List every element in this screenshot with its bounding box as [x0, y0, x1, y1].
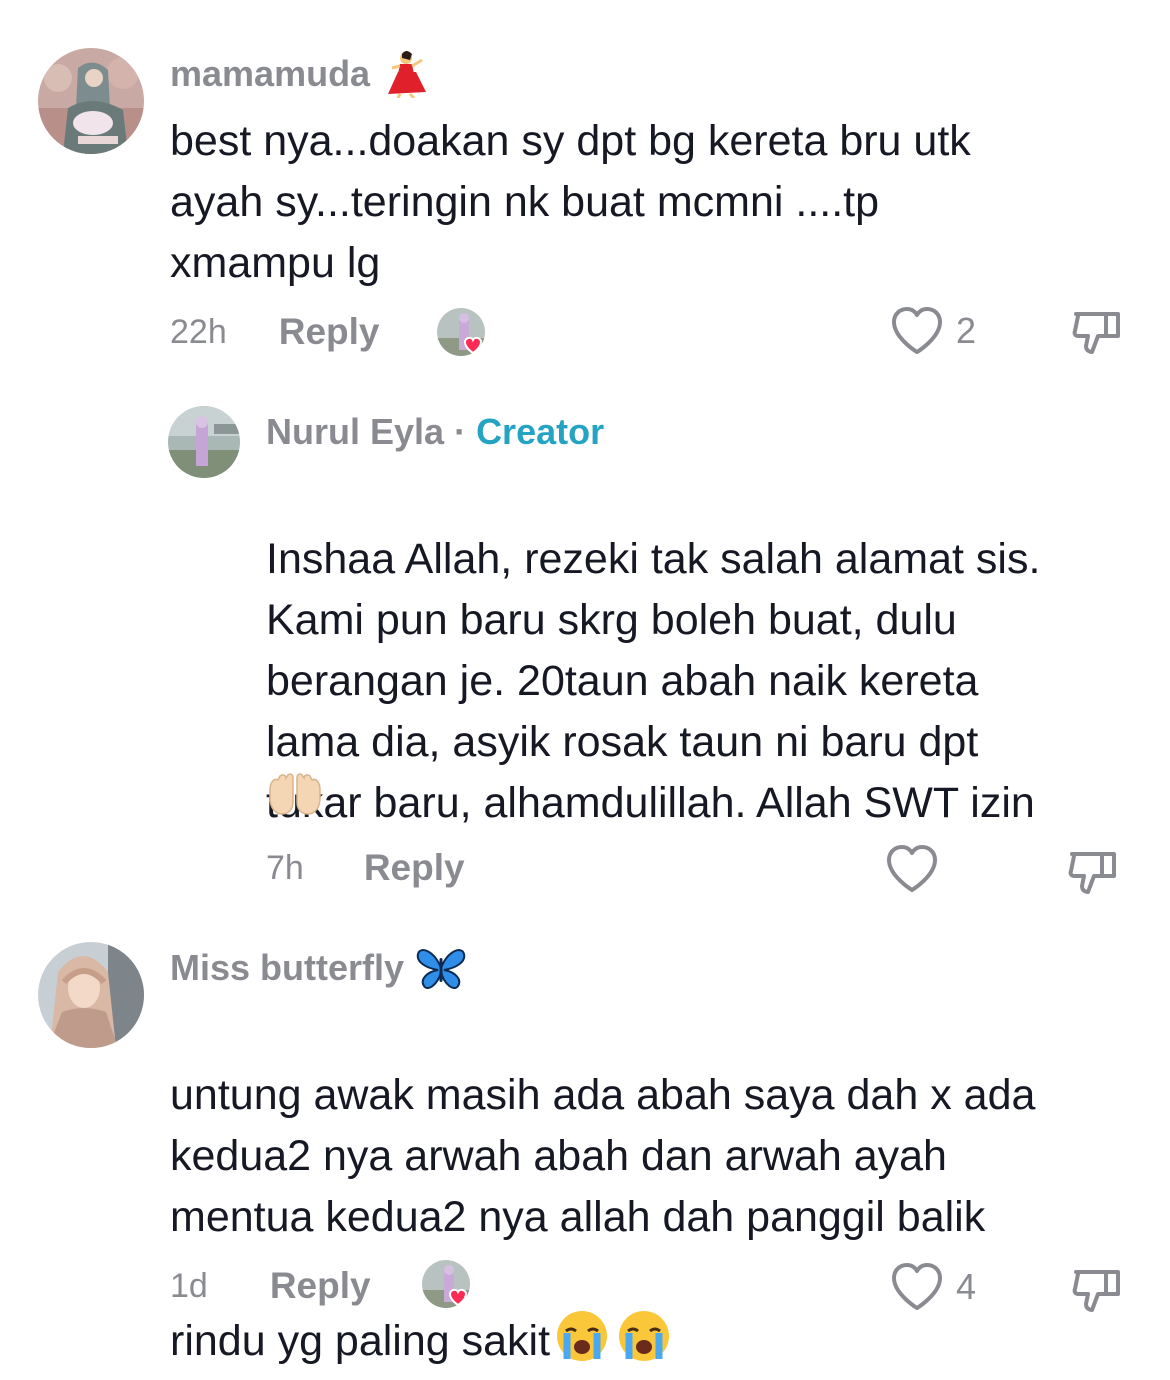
comment-text-content: Inshaa Allah, rezeki tak salah alamat si…	[266, 535, 1041, 827]
like-group: 2	[890, 306, 976, 356]
reply-comment-item: Nurul Eyla · Creator Inshaa Allah, rezek…	[0, 380, 1170, 910]
avatar[interactable]	[38, 942, 144, 1048]
username[interactable]: Miss butterfly	[170, 947, 404, 989]
like-group: 4	[890, 1262, 976, 1312]
username[interactable]: Nurul Eyla	[266, 411, 444, 453]
avatar[interactable]	[168, 406, 240, 478]
creator-badge: Creator	[476, 411, 605, 452]
woman-dancing-emoji-icon	[382, 50, 428, 98]
separator-dot: ·	[454, 411, 467, 452]
comment-username-row: Miss butterfly	[170, 942, 466, 994]
comment-text: untung awak masih ada abah saya dah x ad…	[170, 1004, 1150, 1380]
loudly-crying-face-emoji-icon	[554, 1248, 672, 1380]
butterfly-emoji-icon	[416, 946, 466, 990]
comment-username-row: mamamuda	[170, 48, 428, 100]
comment-meta-row: 1d Reply	[170, 1256, 371, 1316]
reply-button[interactable]: Reply	[270, 1265, 371, 1307]
like-count: 4	[956, 1266, 977, 1307]
comment-text: best nya...doakan sy dpt bg kereta bru u…	[170, 117, 971, 287]
dislike-icon[interactable]	[1066, 846, 1120, 905]
dislike-icon[interactable]	[1070, 306, 1124, 365]
creator-liked-avatar-icon	[437, 308, 487, 358]
comment-item: Miss butterfly untung awak masih ada aba…	[0, 910, 1170, 1365]
comment-item: mamamuda best nya...doakan sy dpt bg ker…	[0, 0, 1170, 380]
comment-meta-row: 7h Reply	[266, 838, 465, 898]
heart-outline-icon[interactable]	[890, 1262, 944, 1312]
comment-meta-row: 22h Reply	[170, 302, 380, 362]
username[interactable]: mamamuda	[170, 53, 370, 95]
comment-time: 22h	[170, 312, 227, 351]
reply-button[interactable]: Reply	[364, 847, 465, 889]
like-group	[885, 844, 951, 894]
like-count: 2	[956, 310, 977, 351]
dislike-icon[interactable]	[1070, 1264, 1124, 1323]
comment-username-row: Nurul Eyla · Creator	[266, 406, 604, 458]
avatar[interactable]	[38, 48, 144, 154]
palms-up-together-emoji-icon	[266, 772, 324, 823]
creator-liked-avatar-icon	[422, 1260, 472, 1310]
comment-text: Inshaa Allah, rezeki tak salah alamat si…	[266, 468, 1146, 834]
comment-time: 7h	[266, 848, 304, 887]
heart-outline-icon[interactable]	[885, 844, 939, 894]
heart-outline-icon[interactable]	[890, 306, 944, 356]
comment-time: 1d	[170, 1266, 208, 1305]
reply-button[interactable]: Reply	[279, 311, 380, 353]
